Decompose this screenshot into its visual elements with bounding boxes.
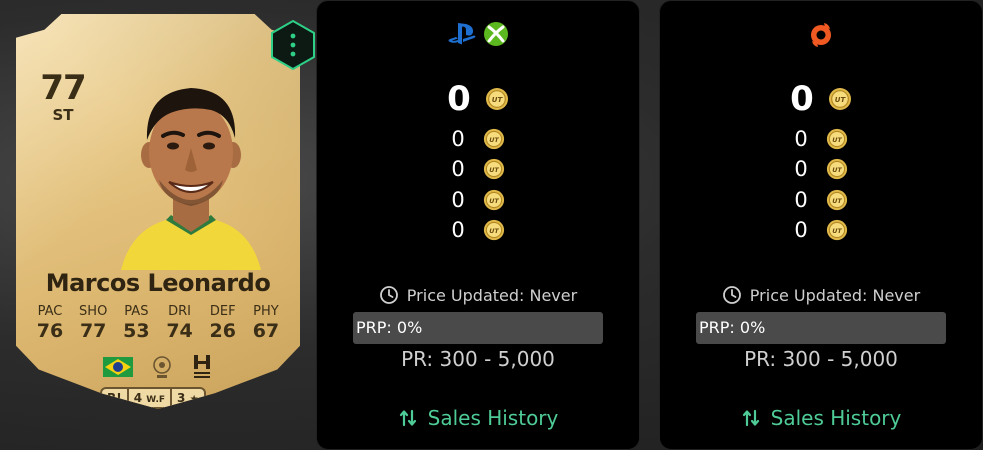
league-logo-icon: [153, 356, 171, 378]
sort-arrows-icon: [741, 408, 761, 428]
skill-pill: 3 ★: [172, 389, 204, 407]
price-value: 0: [451, 218, 465, 242]
stat-value: 67: [252, 320, 280, 342]
coin-icon: [483, 189, 505, 211]
price-value: 0: [451, 127, 465, 151]
prp-label: PRP: 0%: [699, 318, 766, 337]
price-updated-text: Price Updated: Never: [406, 285, 578, 305]
player-name: Marcos Leonardo: [45, 269, 271, 297]
price-row: 0: [317, 127, 639, 151]
price-row: 0: [317, 218, 639, 242]
price-value: 0: [794, 188, 808, 212]
sales-history-label: Sales History: [427, 406, 559, 430]
price-updated: Price Updated: Never: [317, 285, 639, 305]
card-attributes: R! 4 W.F 3 ★: [100, 387, 206, 409]
stat-sho: SHO 77: [73, 304, 113, 342]
coin-icon: [826, 219, 848, 241]
playstation-icon: [448, 23, 476, 45]
coin-icon: [485, 87, 509, 111]
stat-def: DEF 26: [203, 304, 243, 342]
stat-label: PAS: [124, 304, 149, 319]
club-crest-icon: [194, 355, 210, 378]
main-price-value: 0: [790, 79, 814, 119]
weak-foot-label: W.F: [146, 395, 166, 405]
price-value: 0: [794, 127, 808, 151]
price-row: 0: [317, 188, 639, 212]
console-price-panel: 0 0 0 0 0 Price Updated: Never PRP: 0% P…: [316, 0, 640, 450]
xbox-icon: [484, 22, 508, 46]
stat-label: PAC: [37, 304, 63, 319]
stat-pac: PAC 76: [30, 304, 70, 342]
weak-foot-value: 4: [133, 391, 143, 405]
stat-value: 74: [166, 320, 193, 342]
card-face: 77 ST Marcos Leonardo PAC 76 SHO 77 PAS …: [16, 14, 300, 409]
main-price-value: 0: [447, 79, 471, 119]
prp-label: PRP: 0%: [356, 318, 423, 337]
price-row: 0: [660, 127, 982, 151]
card-position: ST: [52, 106, 74, 124]
price-value: 0: [451, 157, 465, 181]
price-row: 0: [660, 188, 982, 212]
origin-icon: [811, 23, 831, 47]
price-updated: Price Updated: Never: [660, 285, 982, 305]
stat-label: DEF: [209, 304, 236, 319]
star-icon: ★: [189, 394, 199, 405]
player-price-view: 77 ST Marcos Leonardo PAC 76 SHO 77 PAS …: [0, 0, 983, 450]
price-range: PR: 300 - 5,000: [744, 347, 898, 371]
sales-history-label: Sales History: [770, 406, 902, 430]
sales-history-link[interactable]: Sales History: [660, 406, 982, 430]
stat-label: SHO: [79, 304, 108, 319]
platform-icons: [660, 21, 982, 47]
player-photo: [121, 88, 261, 270]
card-badges: [16, 354, 300, 380]
brazil-flag-icon: [103, 357, 133, 377]
role-pill: R!: [102, 389, 129, 407]
price-value: 0: [794, 218, 808, 242]
coin-icon: [826, 189, 848, 211]
coin-icon: [483, 219, 505, 241]
coin-icon: [826, 128, 848, 150]
main-price: 0: [317, 79, 639, 119]
main-price: 0: [660, 79, 982, 119]
coin-icon: [483, 158, 505, 180]
coin-icon: [826, 158, 848, 180]
coin-icon: [828, 87, 852, 111]
stat-label: PHY: [253, 304, 279, 319]
card-rating: 77: [40, 68, 86, 108]
stat-value: 53: [123, 320, 150, 342]
price-value: 0: [794, 157, 808, 181]
price-row: 0: [660, 157, 982, 181]
sales-history-link[interactable]: Sales History: [317, 406, 639, 430]
price-value: 0: [451, 188, 465, 212]
prp-bar: PRP: 0%: [353, 312, 603, 344]
stat-value: 26: [209, 320, 236, 342]
kebab-icon: [290, 33, 296, 39]
price-row: 0: [660, 218, 982, 242]
stat-value: 77: [79, 320, 107, 342]
more-options-button[interactable]: [270, 19, 316, 71]
weak-foot-pill: 4 W.F: [129, 389, 173, 407]
stat-pas: PAS 53: [116, 304, 156, 342]
price-updated-text: Price Updated: Never: [749, 285, 921, 305]
stat-label: DRI: [168, 304, 191, 319]
clock-icon: [379, 285, 399, 305]
stat-dri: DRI 74: [160, 304, 200, 342]
skill-value: 3: [177, 391, 186, 405]
price-range: PR: 300 - 5,000: [401, 347, 555, 371]
player-card[interactable]: 77 ST Marcos Leonardo PAC 76 SHO 77 PAS …: [16, 14, 300, 414]
pc-price-panel: 0 0 0 0 0 Price Updated: Never PRP: 0% P…: [659, 0, 983, 450]
coin-icon: [483, 128, 505, 150]
stat-value: 76: [36, 320, 64, 342]
platform-icons: [317, 21, 639, 47]
prp-bar: PRP: 0%: [696, 312, 946, 344]
stat-phy: PHY 67: [246, 304, 286, 342]
stats-row: PAC 76 SHO 77 PAS 53 DRI 74 DEF 26 PHY 6…: [30, 304, 286, 342]
price-row: 0: [317, 157, 639, 181]
clock-icon: [722, 285, 742, 305]
sort-arrows-icon: [398, 408, 418, 428]
